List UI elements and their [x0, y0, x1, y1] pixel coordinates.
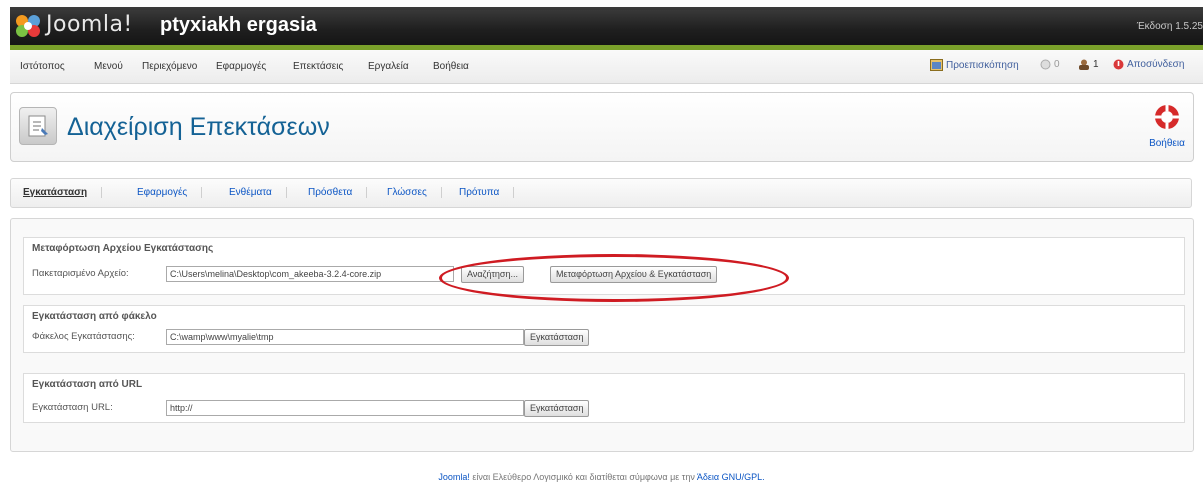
messages-link[interactable]: 0 [1040, 59, 1060, 70]
users-link[interactable]: 1 [1078, 59, 1099, 70]
install-folder-input[interactable]: C:\wamp\www\myalie\tmp [166, 329, 524, 345]
package-file-input[interactable]: C:\Users\melina\Desktop\com_akeeba-3.2.4… [166, 266, 454, 282]
extension-tabs: Εγκατάσταση Εφαρμογές Ενθέματα Πρόσθετα … [10, 178, 1192, 208]
folder-install-button[interactable]: Εγκατάσταση [524, 329, 590, 346]
messages-count: 0 [1054, 59, 1060, 70]
menu-extensions[interactable]: Επεκτάσεις [293, 61, 343, 72]
install-icon [28, 115, 48, 137]
version-label: Έκδοση 1.5.25 [1136, 21, 1203, 32]
install-url-input[interactable]: http:// [166, 400, 524, 416]
preview-label: Προεπισκόπηση [946, 59, 1019, 71]
menu-tools[interactable]: Εργαλεία [368, 61, 409, 72]
browse-button[interactable]: Αναζήτηση... [461, 266, 524, 283]
install-url-label: Εγκατάσταση URL: [32, 402, 113, 413]
tab-plugins[interactable]: Πρόσθετα [308, 187, 368, 198]
tab-install[interactable]: Εγκατάσταση [23, 187, 103, 198]
install-folder-label: Φάκελος Εγκατάστασης: [32, 331, 135, 342]
joomla-logo-icon [16, 15, 40, 37]
tab-modules[interactable]: Ενθέματα [229, 187, 287, 198]
tab-components[interactable]: Εφαρμογές [137, 187, 203, 198]
menu-help[interactable]: Βοήθεια [433, 61, 469, 72]
users-icon [1079, 59, 1089, 70]
upload-install-button[interactable]: Μεταφόρτωση Αρχείου & Εγκατάσταση [550, 266, 718, 283]
site-name: ptyxiakh ergasia [160, 14, 317, 36]
install-panel: Μεταφόρτωση Αρχείου Εγκατάστασης Πακεταρ… [10, 218, 1194, 452]
page-title: Διαχείριση Επεκτάσεων [67, 113, 330, 141]
messages-icon [1040, 59, 1051, 70]
logout-link[interactable]: Αποσύνδεση [1113, 59, 1184, 70]
package-file-label: Πακεταρισμένο Αρχείο: [32, 268, 129, 279]
gpl-license-link[interactable]: Άδεια GNU/GPL. [697, 472, 765, 482]
tab-languages[interactable]: Γλώσσες [387, 187, 442, 198]
menu-components[interactable]: Εφαρμογές [216, 61, 266, 72]
tab-templates[interactable]: Πρότυπα [459, 187, 515, 198]
page-toolbar: Διαχείριση Επεκτάσεων Βοήθεια [10, 92, 1194, 162]
install-from-folder-section: Εγκατάσταση από φάκελο Φάκελος Εγκατάστα… [23, 305, 1185, 353]
url-legend: Εγκατάσταση από URL [32, 379, 143, 390]
admin-header: Joomla! ptyxiakh ergasia Έκδοση 1.5.25 [10, 7, 1203, 45]
preview-icon [930, 59, 943, 71]
logout-label: Αποσύνδεση [1127, 59, 1185, 70]
menu-menus[interactable]: Μενού [94, 61, 123, 72]
upload-legend: Μεταφόρτωση Αρχείου Εγκατάστασης [32, 243, 214, 254]
users-count: 1 [1093, 59, 1099, 70]
logout-icon [1113, 59, 1124, 70]
lifebuoy-icon [1155, 105, 1179, 129]
url-install-button[interactable]: Εγκατάσταση [524, 400, 590, 417]
help-label: Βοήθεια [1149, 138, 1185, 149]
upload-package-section: Μεταφόρτωση Αρχείου Εγκατάστασης Πακεταρ… [23, 237, 1185, 295]
menu-site[interactable]: Ιστότοπος [20, 61, 65, 72]
extension-manager-icon [19, 107, 57, 145]
main-menu-bar: Ιστότοπος Μενού Περιεχόμενο Εφαρμογές Επ… [10, 50, 1203, 84]
menu-content[interactable]: Περιεχόμενο [142, 61, 197, 72]
joomla-logo-text: Joomla! [46, 12, 133, 37]
help-button[interactable]: Βοήθεια [1147, 103, 1187, 149]
folder-legend: Εγκατάσταση από φάκελο [32, 311, 157, 322]
install-from-url-section: Εγκατάσταση από URL Εγκατάσταση URL: htt… [23, 373, 1185, 423]
footer-text: είναι Ελεύθερο Λογισμικό και διατίθεται … [469, 472, 697, 482]
preview-link[interactable]: Προεπισκόπηση [930, 59, 1019, 71]
footer: Joomla! είναι Ελεύθερο Λογισμικό και δια… [0, 472, 1203, 482]
joomla-footer-link[interactable]: Joomla! [438, 472, 470, 482]
